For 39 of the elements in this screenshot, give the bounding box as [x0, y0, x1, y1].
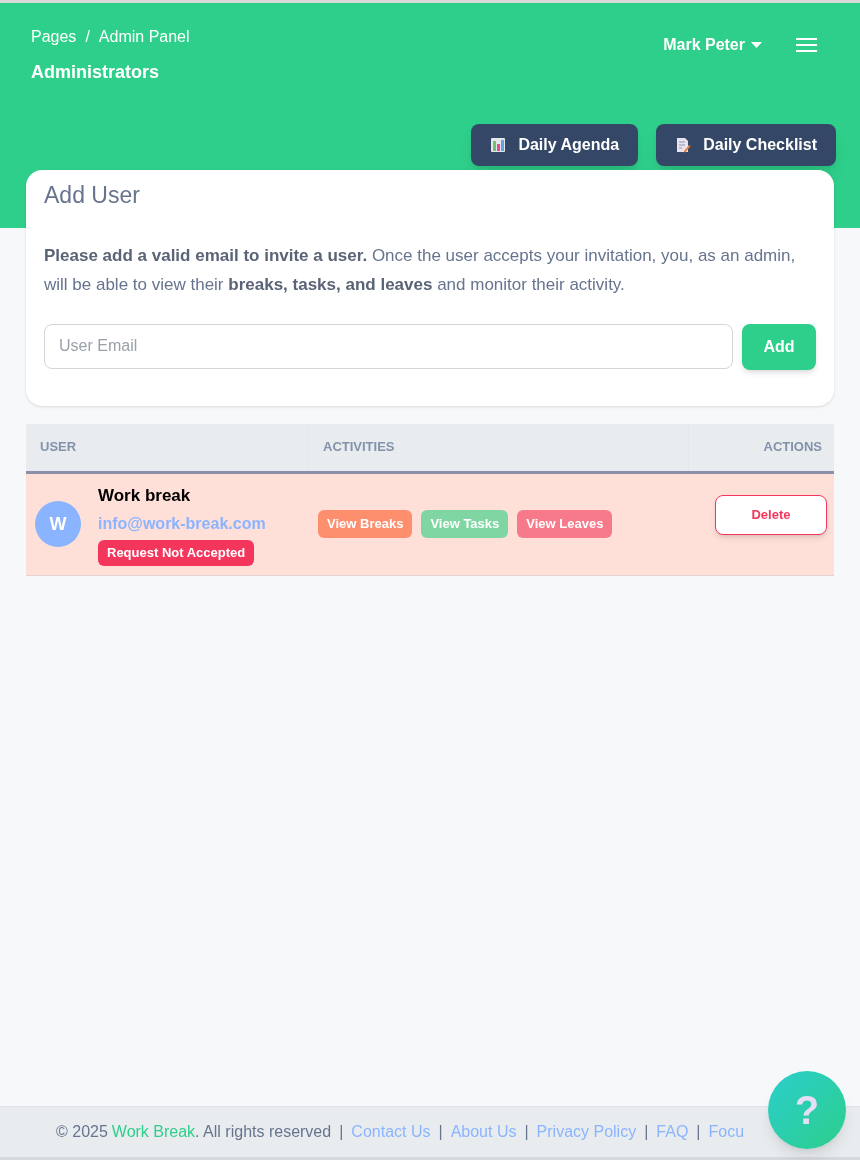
- avatar: W: [35, 501, 81, 547]
- activity-button[interactable]: View Leaves: [517, 510, 613, 538]
- footer-link[interactable]: About Us: [450, 1120, 517, 1144]
- card-description: Please add a valid email to invite a user. Once the user accepts your invitation, you, as an admin, will be able to view their breaks, tasks, and leaves and monitor their activity.: [44, 244, 797, 296]
- help-button[interactable]: ?: [768, 1071, 846, 1149]
- status-badge: Request Not Accepted: [98, 540, 255, 566]
- rights-text: . All rights reserved: [195, 1122, 332, 1142]
- delete-button[interactable]: Delete: [715, 495, 827, 535]
- document-pencil-icon: [675, 137, 692, 153]
- separator: |: [339, 1122, 344, 1142]
- add-button[interactable]: Add: [742, 323, 816, 370]
- column-header: USER: [40, 438, 77, 457]
- card-title: Add User: [44, 181, 141, 210]
- header-button[interactable]: Daily Agenda: [471, 124, 639, 166]
- separator: |: [438, 1122, 443, 1142]
- copyright-text: © 2025: [56, 1122, 108, 1142]
- separator: |: [644, 1122, 649, 1142]
- user-menu[interactable]: Mark Peter: [663, 33, 762, 57]
- breadcrumb-separator: /: [85, 27, 90, 47]
- header-button[interactable]: Daily Checklist: [656, 124, 836, 166]
- footer-link[interactable]: FAQ: [656, 1120, 689, 1144]
- user-name: Work break: [98, 484, 191, 507]
- bar-chart-icon: [490, 137, 507, 153]
- menu-icon[interactable]: [796, 37, 817, 53]
- activity-button[interactable]: View Tasks: [421, 510, 509, 538]
- column-header: ACTIONS: [763, 438, 822, 457]
- footer-link[interactable]: Contact Us: [351, 1120, 431, 1144]
- email-input[interactable]: User Email: [44, 323, 733, 369]
- separator: |: [524, 1122, 529, 1142]
- user-email: info@work-break.com: [98, 514, 266, 534]
- breadcrumb-link[interactable]: Admin Panel: [98, 25, 190, 49]
- column-header: ACTIVITIES: [323, 438, 395, 457]
- breadcrumb-link[interactable]: Pages: [31, 25, 77, 49]
- separator: |: [696, 1122, 701, 1142]
- page-title: Administrators: [31, 61, 161, 84]
- activity-button[interactable]: View Breaks: [318, 510, 413, 538]
- footer-link[interactable]: Focu: [708, 1120, 745, 1144]
- footer-link[interactable]: Privacy Policy: [536, 1120, 637, 1144]
- caret-icon: [751, 42, 762, 48]
